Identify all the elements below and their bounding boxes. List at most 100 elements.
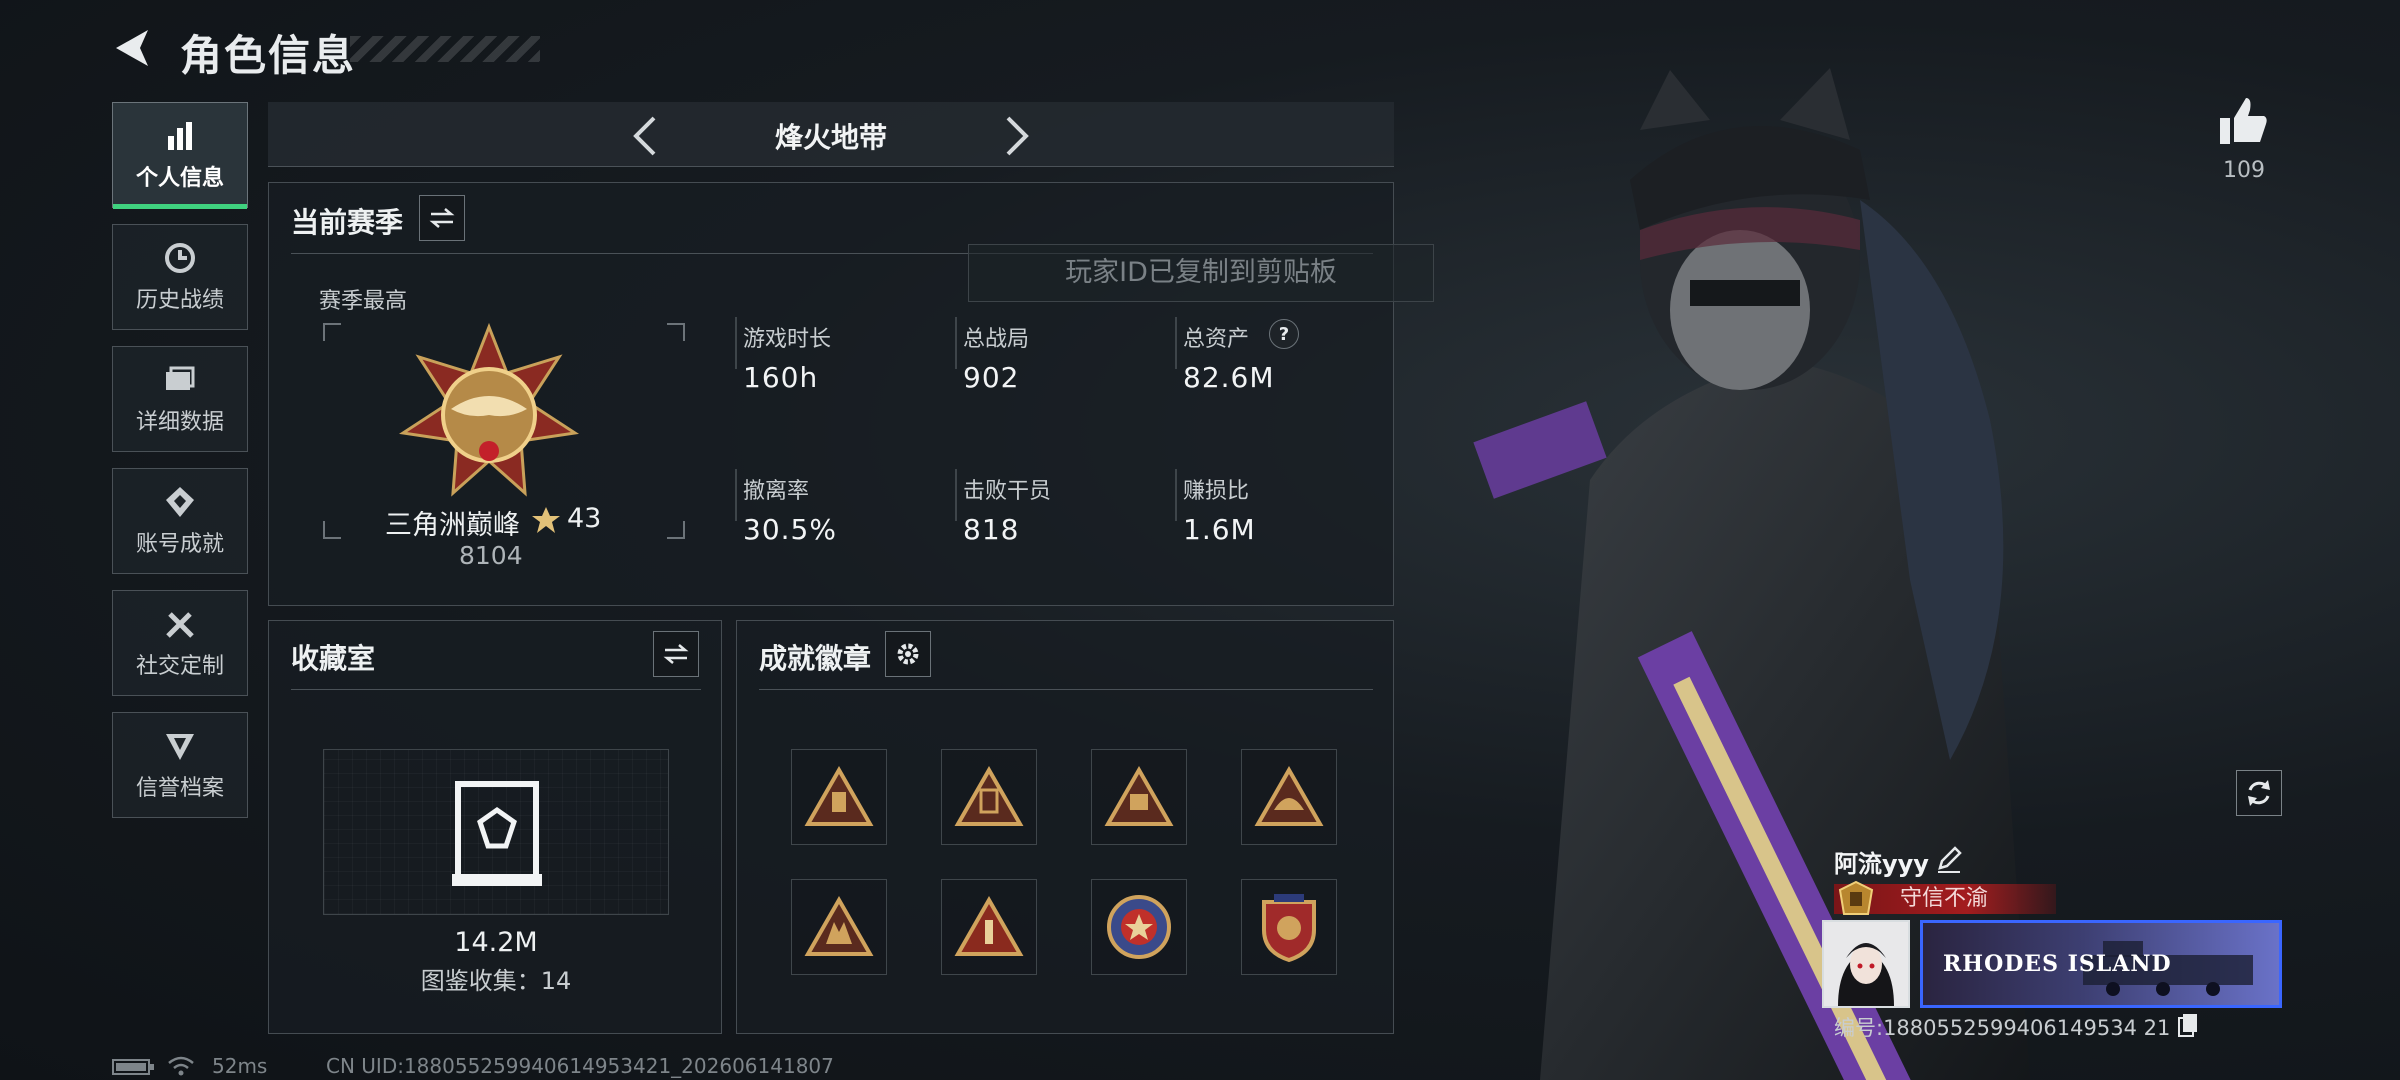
sidebar-item-social-custom[interactable]: 社交定制 [112, 590, 248, 696]
stat-label: 赚损比 [1183, 479, 1250, 504]
player-id: 编号:1880552599406149534 21 [1834, 1016, 2171, 1040]
sidebar-item-history[interactable]: 历史战绩 [112, 224, 248, 330]
stat-value: 82.6M [1183, 361, 1275, 394]
like-count: 109 [2223, 158, 2265, 183]
rank-emblem-icon [399, 323, 579, 497]
help-icon[interactable]: ? [1269, 319, 1299, 349]
achievement-badge[interactable] [1241, 879, 1337, 975]
sidebar-item-label: 详细数据 [135, 410, 224, 435]
mode-switcher: 烽火地带 [268, 102, 1394, 167]
rank-score: 8104 [459, 541, 523, 570]
achievements-title: 成就徽章 [759, 642, 872, 675]
triangle-badge-icon [804, 896, 874, 956]
sidebar-item-personal-info[interactable]: 个人信息 [112, 102, 248, 209]
ping-text: 52ms [212, 1054, 268, 1078]
divider [291, 689, 701, 690]
achievement-badge[interactable] [1241, 749, 1337, 845]
divider [1175, 317, 1177, 369]
page-title: 角色信息 [180, 31, 357, 80]
back-arrow-icon [116, 30, 148, 66]
chevron-right-icon [1006, 116, 1029, 156]
divider [1175, 469, 1177, 521]
achievement-badge[interactable] [941, 749, 1037, 845]
star-icon [532, 507, 560, 533]
gear-icon [897, 643, 919, 665]
rank-stars: 43 [567, 503, 602, 534]
divider [735, 317, 737, 369]
sidebar-item-label: 个人信息 [135, 166, 224, 191]
stat-value: 30.5% [743, 513, 837, 546]
achievement-badge[interactable] [1091, 879, 1187, 975]
divider [955, 317, 957, 369]
like-thumb-icon[interactable] [2218, 96, 2270, 146]
avatar[interactable] [1822, 920, 1910, 1008]
uid-text: CN UID:188055259940614953421_20260614180… [326, 1054, 834, 1078]
mode-next-button[interactable] [1002, 114, 1034, 162]
season-best-label: 赛季最高 [319, 289, 408, 314]
collection-preview[interactable] [323, 749, 669, 915]
triangle-badge-icon [1104, 766, 1174, 826]
banner-text: RHODES ISLAND [1943, 951, 2172, 977]
display-case-icon [452, 781, 542, 886]
achievement-badge[interactable] [1091, 749, 1187, 845]
divider [955, 469, 957, 521]
sidebar-item-label: 账号成就 [135, 532, 224, 557]
achievement-badge[interactable] [791, 749, 887, 845]
triangle-badge-icon [1254, 766, 1324, 826]
title-decoration [350, 36, 540, 62]
refresh-icon [2248, 780, 2270, 806]
collection-switch-button[interactable] [653, 631, 699, 677]
sidebar-item-detailed-data[interactable]: 详细数据 [112, 346, 248, 452]
frame-corner [323, 323, 341, 341]
rank-name: 三角洲巅峰 [385, 510, 520, 541]
triangle-badge-icon [954, 766, 1024, 826]
frame-corner [667, 521, 685, 539]
shield-badge-icon [1262, 894, 1316, 963]
achievements-settings-button[interactable] [885, 631, 931, 677]
stat-value: 902 [963, 361, 1020, 394]
sidebar-item-label: 历史战绩 [135, 288, 224, 313]
collection-panel: 收藏室 14.2M 图鉴收集：14 [268, 620, 722, 1034]
stat-value: 160h [743, 361, 819, 394]
copy-icon[interactable] [2176, 1012, 2200, 1038]
achievement-badge[interactable] [791, 879, 887, 975]
shield-icon [166, 734, 194, 760]
achievements-panel: 成就徽章 [736, 620, 1394, 1034]
back-button[interactable] [112, 26, 152, 70]
sidebar-item-label: 社交定制 [135, 654, 224, 679]
bar-chart-icon [168, 122, 192, 150]
divider [735, 469, 737, 521]
stat-label: 游戏时长 [743, 327, 832, 352]
edit-pencil-icon[interactable] [1934, 844, 1964, 874]
honor-badge-icon [1838, 880, 1874, 915]
rotate-button[interactable] [2236, 770, 2282, 816]
divider [759, 689, 1373, 690]
honor-title: 守信不渝 [1900, 886, 1989, 911]
player-banner[interactable]: RHODES ISLAND [1920, 920, 2282, 1008]
frame-corner [667, 323, 685, 341]
mode-title: 烽火地带 [774, 121, 887, 154]
wifi-icon [168, 1056, 194, 1076]
tools-icon [166, 612, 194, 638]
stat-label: 总资产 [1183, 327, 1250, 352]
triangle-badge-icon [804, 766, 874, 826]
player-name: 阿流yyy [1834, 850, 1929, 878]
avatar-portrait-icon [1824, 922, 1908, 1006]
swap-icon [429, 208, 455, 228]
stat-label: 击败干员 [963, 479, 1052, 504]
collection-title: 收藏室 [291, 642, 376, 675]
stat-label: 撤离率 [743, 479, 810, 504]
copy-toast: 玩家ID已复制到剪贴板 [968, 244, 1434, 302]
history-clock-icon [165, 243, 195, 273]
collection-value: 14.2M [454, 927, 538, 958]
frame-corner [323, 521, 341, 539]
catalog-count: 图鉴收集：14 [420, 967, 572, 995]
triangle-badge-icon [954, 896, 1024, 956]
sidebar-item-reputation[interactable]: 信誉档案 [112, 712, 248, 818]
sidebar-item-achievements[interactable]: 账号成就 [112, 468, 248, 574]
sidebar-item-label: 信誉档案 [135, 776, 224, 801]
season-switch-button[interactable] [419, 195, 465, 241]
achievement-badge[interactable] [941, 879, 1037, 975]
swap-icon [663, 644, 689, 664]
battery-icon [112, 1059, 154, 1075]
